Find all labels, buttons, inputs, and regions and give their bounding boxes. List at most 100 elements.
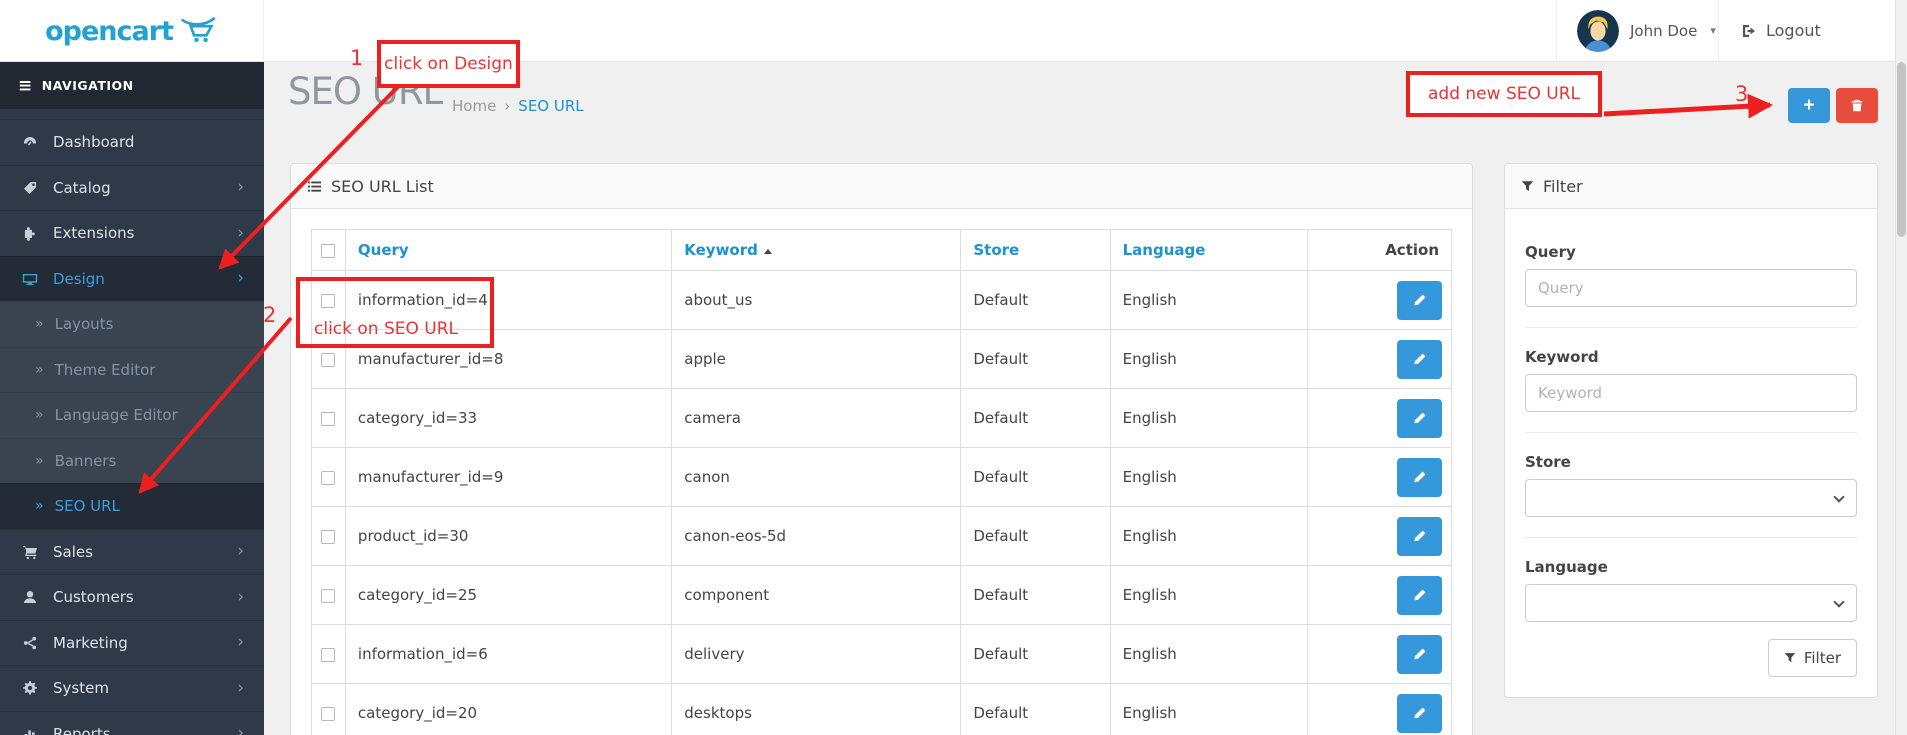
- logout-button[interactable]: Logout: [1718, 0, 1895, 61]
- sort-query-link[interactable]: Query: [358, 241, 409, 259]
- sidebar-item-seo-url[interactable]: » SEO URL: [0, 483, 264, 529]
- sidebar-item-reports[interactable]: Reports ›: [0, 710, 264, 735]
- filter-keyword-input[interactable]: [1525, 374, 1857, 412]
- language-cell: English: [1109, 447, 1308, 507]
- annotation-box-3: add new SEO URL: [1406, 71, 1602, 117]
- sidebar-item-catalog[interactable]: Catalog ›: [0, 164, 264, 211]
- chevron-right-icon: ›: [237, 632, 244, 653]
- sidebar-item-dashboard[interactable]: Dashboard: [0, 119, 264, 165]
- row-checkbox[interactable]: [321, 411, 336, 426]
- edit-button[interactable]: [1397, 339, 1442, 379]
- keyword-cell: component: [671, 565, 962, 625]
- table-row: category_id=20 desktops Default English: [311, 683, 1453, 735]
- sidebar-item-theme-editor[interactable]: » Theme Editor: [0, 346, 264, 392]
- store-cell: Default: [960, 506, 1111, 566]
- action-column-header: Action: [1306, 229, 1453, 271]
- sidebar-item-sales[interactable]: Sales ›: [0, 528, 264, 575]
- edit-button[interactable]: [1397, 280, 1442, 320]
- menu-icon: ≡: [18, 75, 33, 96]
- row-checkbox[interactable]: [321, 529, 336, 544]
- row-checkbox[interactable]: [321, 293, 336, 308]
- funnel-icon: [1784, 653, 1796, 663]
- share-icon: [22, 635, 40, 651]
- annotation-number-2: 2: [263, 303, 277, 327]
- edit-button[interactable]: [1397, 575, 1442, 615]
- edit-button[interactable]: [1397, 634, 1442, 674]
- submenu-marker-icon: »: [35, 452, 44, 469]
- edit-button[interactable]: [1397, 398, 1442, 438]
- language-cell: English: [1109, 624, 1308, 684]
- query-cell: product_id=30: [344, 506, 673, 566]
- keyword-cell: apple: [671, 329, 962, 389]
- vertical-scrollbar[interactable]: [1895, 0, 1907, 735]
- logout-icon: [1743, 24, 1755, 37]
- row-checkbox[interactable]: [321, 470, 336, 485]
- user-menu[interactable]: John Doe ▾: [1556, 0, 1716, 61]
- submenu-marker-icon: »: [35, 498, 44, 515]
- breadcrumb-home[interactable]: Home: [452, 97, 496, 115]
- avatar: [1577, 9, 1619, 52]
- pencil-icon: [1414, 589, 1425, 601]
- sidebar-subitem-label: Banners: [54, 451, 117, 470]
- row-checkbox[interactable]: [321, 352, 336, 367]
- chevron-right-icon: ›: [237, 541, 244, 562]
- sidebar-item-layouts[interactable]: » Layouts: [0, 301, 264, 347]
- filter-query-input[interactable]: [1525, 269, 1857, 307]
- edit-button[interactable]: [1397, 457, 1442, 497]
- sort-keyword-link[interactable]: Keyword: [684, 241, 758, 259]
- query-cell: category_id=33: [344, 388, 673, 448]
- edit-button[interactable]: [1397, 693, 1442, 733]
- cart-logo-icon: [180, 16, 218, 47]
- sort-store-link[interactable]: Store: [973, 241, 1019, 259]
- table-row: product_id=30 canon-eos-5d Default Engli…: [311, 506, 1453, 566]
- row-checkbox[interactable]: [321, 588, 336, 603]
- pencil-icon: [1414, 294, 1425, 306]
- sidebar-item-label: Reports: [53, 724, 111, 735]
- row-checkbox[interactable]: [321, 647, 336, 662]
- user-name: John Doe: [1630, 21, 1698, 40]
- table-row: category_id=25 component Default English: [311, 565, 1453, 625]
- sidebar-item-design[interactable]: Design ›: [0, 255, 264, 301]
- sidebar-item-language-editor[interactable]: » Language Editor: [0, 392, 264, 438]
- scrollbar-thumb[interactable]: [1897, 62, 1906, 237]
- sidebar-item-system[interactable]: System ›: [0, 665, 264, 711]
- store-cell: Default: [960, 270, 1111, 330]
- tags-icon: [22, 180, 40, 196]
- language-cell: English: [1109, 683, 1308, 735]
- table-row: manufacturer_id=9 canon Default English: [311, 447, 1453, 507]
- plus-icon: +: [1803, 94, 1815, 116]
- sort-language-link[interactable]: Language: [1123, 241, 1206, 259]
- sidebar-item-label: System: [53, 679, 109, 698]
- gear-icon: [22, 680, 40, 696]
- filter-keyword-label: Keyword: [1525, 348, 1599, 366]
- query-cell: category_id=20: [344, 683, 673, 735]
- filter-store-group: Store: [1525, 453, 1857, 517]
- bar-chart-icon: [22, 726, 40, 735]
- opencart-admin-page: opencart John Doe ▾ Logout ≡ NAVIGATION …: [0, 0, 1907, 735]
- opencart-logo[interactable]: opencart: [0, 0, 264, 62]
- sidebar-item-customers[interactable]: Customers ›: [0, 574, 264, 620]
- sidebar-item-extensions[interactable]: Extensions ›: [0, 210, 264, 256]
- sidebar-item-marketing[interactable]: Marketing ›: [0, 619, 264, 666]
- filter-button[interactable]: Filter: [1767, 639, 1857, 677]
- sidebar-item-banners[interactable]: » Banners: [0, 437, 264, 483]
- filter-store-select[interactable]: [1525, 479, 1857, 517]
- sidebar-subitem-label: Language Editor: [54, 406, 178, 425]
- add-seo-url-button[interactable]: +: [1788, 88, 1830, 123]
- cart-icon: [22, 544, 40, 560]
- query-cell: manufacturer_id=9: [344, 447, 673, 507]
- pencil-icon: [1414, 648, 1425, 660]
- language-cell: English: [1109, 270, 1308, 330]
- row-checkbox[interactable]: [321, 706, 336, 721]
- breadcrumb-separator: ›: [504, 97, 511, 115]
- list-icon: [307, 180, 322, 192]
- select-all-checkbox[interactable]: [321, 243, 336, 258]
- filter-language-select[interactable]: [1525, 584, 1857, 622]
- sidebar-subitem-label: SEO URL: [54, 497, 120, 516]
- sidebar-subitem-label: Layouts: [54, 315, 114, 334]
- edit-button[interactable]: [1397, 516, 1442, 556]
- chevron-right-icon: ›: [237, 222, 244, 243]
- table-header-row: Query Keyword Store Language Action: [311, 229, 1453, 271]
- delete-button[interactable]: [1836, 88, 1878, 123]
- seo-url-list-panel: SEO URL List Query Keyword Store Languag…: [290, 163, 1473, 735]
